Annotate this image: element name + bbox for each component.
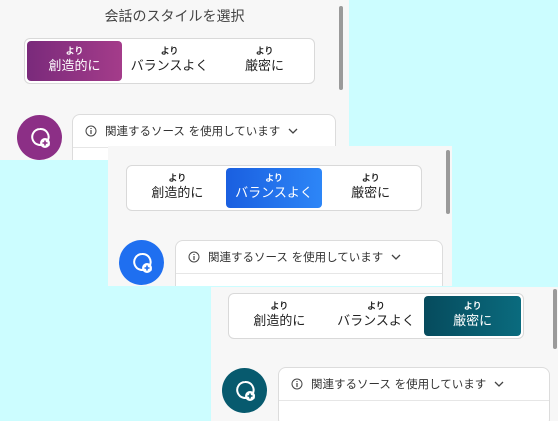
style-prefix: より (255, 47, 274, 57)
style-label: 厳密に (351, 186, 391, 201)
style-precise-button[interactable]: より 厳密に (424, 296, 522, 336)
screenshot-panel-creative: 会話のスタイルを選択 より 創造的に より バランスよく より 厳密に 関連する… (0, 0, 349, 160)
style-label: 厳密に (244, 59, 284, 74)
style-prefix: より (367, 302, 385, 312)
style-label: バランスよく (130, 59, 209, 74)
style-prefix: より (270, 302, 289, 312)
sources-label: 関連するソース を使用しています (208, 250, 384, 264)
style-prefix: より (361, 174, 380, 184)
style-prefix: より (265, 174, 283, 184)
sources-label: 関連するソース を使用しています (105, 124, 281, 138)
style-prefix: より (168, 174, 187, 184)
chat-plus-icon (235, 380, 255, 401)
chat-plus-icon (30, 127, 50, 148)
scrollbar[interactable] (339, 6, 343, 90)
copilot-avatar (119, 240, 164, 285)
conversation-style-selector: より 創造的に より バランスよく より 厳密に (228, 293, 524, 339)
scrollbar[interactable] (446, 150, 450, 214)
screenshot-panel-precise: より 創造的に より バランスよく より 厳密に 関連するソース を使用していま… (211, 287, 558, 421)
divider (279, 400, 549, 401)
copilot-avatar (222, 368, 267, 413)
style-label: 創造的に (151, 186, 204, 201)
conversation-style-selector: より 創造的に より バランスよく より 厳密に (126, 165, 422, 211)
style-prefix: より (463, 302, 482, 312)
style-label: 創造的に (253, 314, 306, 329)
style-label: バランスよく (337, 314, 415, 329)
conversation-style-selector: より 創造的に より バランスよく より 厳密に (24, 38, 315, 84)
info-icon (85, 125, 97, 137)
page-title: 会話のスタイルを選択 (104, 9, 245, 25)
sources-card: 関連するソース を使用しています (278, 367, 550, 421)
info-icon (188, 251, 200, 263)
style-label: 創造的に (48, 59, 101, 74)
chevron-down-icon (494, 381, 504, 387)
scrollbar[interactable] (553, 289, 557, 349)
style-creative-button[interactable]: より 創造的に (27, 41, 122, 81)
style-prefix: より (65, 47, 84, 57)
style-precise-button[interactable]: より 厳密に (322, 168, 419, 208)
copilot-avatar (17, 115, 62, 160)
style-prefix: より (160, 47, 179, 57)
screenshot-panel-balanced: より 創造的に より バランスよく より 厳密に 関連するソース を使用していま… (108, 146, 452, 286)
info-icon (291, 378, 303, 390)
style-label: バランスよく (235, 186, 313, 201)
sources-toggle[interactable]: 関連するソース を使用しています (85, 123, 298, 139)
style-label: 厳密に (453, 314, 493, 329)
sources-card: 関連するソース を使用しています (175, 240, 443, 286)
chevron-down-icon (288, 128, 298, 134)
sources-label: 関連するソース を使用しています (311, 377, 487, 391)
chat-plus-icon (132, 252, 152, 273)
style-precise-button[interactable]: より 厳密に (217, 41, 312, 81)
divider (176, 273, 442, 274)
style-balanced-button[interactable]: より バランスよく (225, 168, 323, 208)
style-creative-button[interactable]: より 創造的に (129, 168, 226, 208)
style-balanced-button[interactable]: より バランスよく (328, 296, 425, 336)
sources-toggle[interactable]: 関連するソース を使用しています (291, 376, 504, 392)
style-creative-button[interactable]: より 創造的に (231, 296, 328, 336)
style-balanced-button[interactable]: より バランスよく (122, 41, 217, 81)
chevron-down-icon (391, 254, 401, 260)
sources-toggle[interactable]: 関連するソース を使用しています (188, 249, 401, 265)
